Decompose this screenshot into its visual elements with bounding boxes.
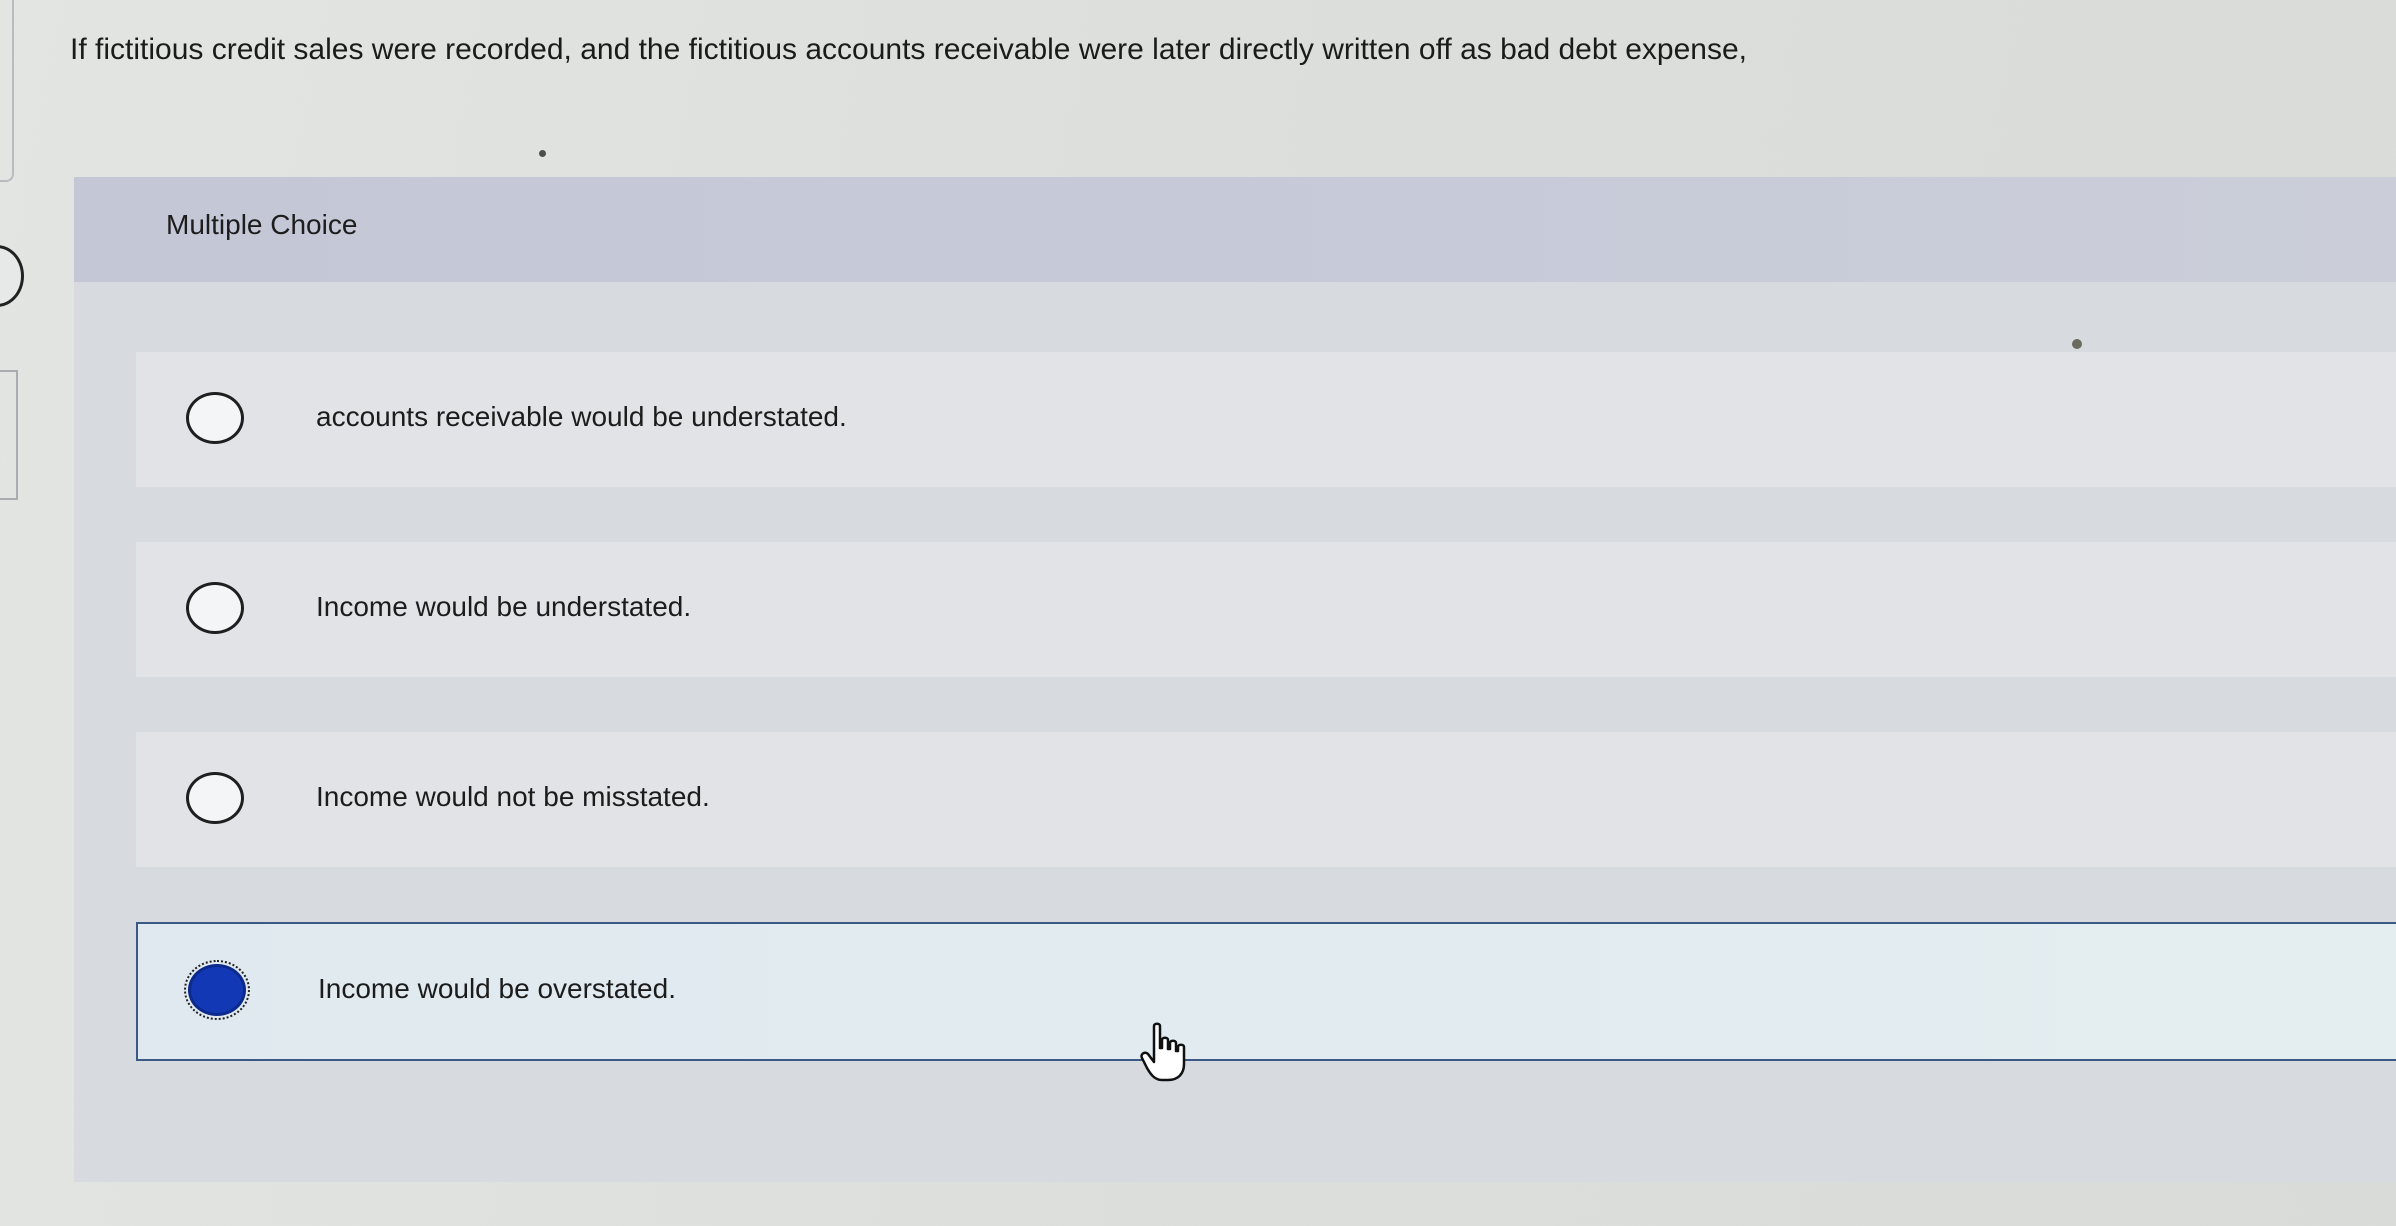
radio-button[interactable] <box>186 392 244 444</box>
hand-pointer-icon <box>1140 1022 1186 1082</box>
side-panel-edge <box>0 370 18 500</box>
multiple-choice-title: Multiple Choice <box>166 209 358 240</box>
answer-option-1[interactable]: accounts receivable would be understated… <box>136 352 2396 487</box>
answer-option-3[interactable]: Income would not be misstated. <box>136 732 2396 867</box>
answer-option-label: Income would not be misstated. <box>316 781 710 812</box>
answer-option-2[interactable]: Income would be understated. <box>136 542 2396 677</box>
radio-button[interactable] <box>186 772 244 824</box>
radio-button-selected[interactable] <box>184 960 250 1020</box>
multiple-choice-header: Multiple Choice <box>74 177 2396 282</box>
dot-mark <box>539 150 546 157</box>
question-text: If fictitious credit sales were recorded… <box>70 33 1747 66</box>
answer-option-label: Income would be overstated. <box>318 973 676 1004</box>
answer-option-4-selected[interactable]: Income would be overstated. <box>136 922 2396 1061</box>
radio-button[interactable] <box>186 582 244 634</box>
left-window-edge <box>0 0 14 182</box>
answer-option-label: Income would be understated. <box>316 591 692 622</box>
multiple-choice-card: Multiple Choice accounts receivable woul… <box>74 177 2396 1182</box>
dot-mark <box>2072 339 2082 349</box>
side-tab-handle[interactable] <box>0 245 24 307</box>
answer-option-label: accounts receivable would be understated… <box>316 401 847 432</box>
